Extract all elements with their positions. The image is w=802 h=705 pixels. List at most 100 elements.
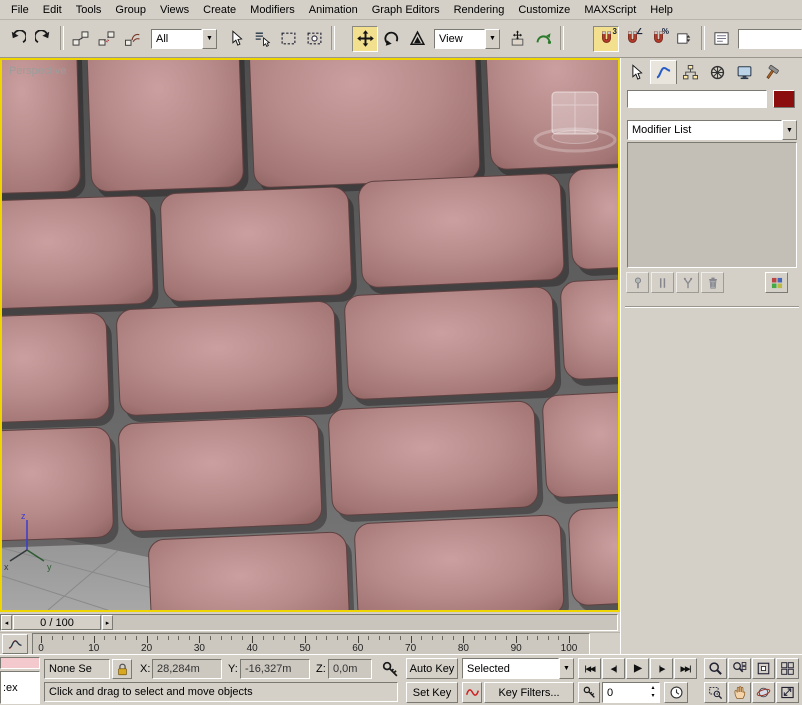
- time-slider-prev-arrow[interactable]: ◂: [1, 615, 12, 630]
- brick[interactable]: [542, 390, 618, 498]
- time-slider-thumb[interactable]: 0 / 100: [13, 615, 101, 630]
- select-and-scale-button[interactable]: [404, 26, 430, 52]
- modifier-list-dropdown[interactable]: Modifier List ▼: [627, 120, 797, 140]
- show-end-result-button[interactable]: [651, 272, 674, 293]
- play-animation-button[interactable]: ▶: [626, 658, 649, 679]
- auto-key-button[interactable]: Auto Key: [406, 658, 458, 679]
- menu-create[interactable]: Create: [196, 2, 243, 18]
- reference-coordinate-system-dropdown[interactable]: View ▼: [434, 29, 500, 49]
- brick[interactable]: [358, 173, 564, 288]
- menu-customize[interactable]: Customize: [511, 2, 577, 18]
- brick[interactable]: [86, 60, 244, 192]
- redo-button[interactable]: [30, 26, 56, 52]
- tab-create[interactable]: [623, 60, 650, 84]
- frame-spinner[interactable]: ▴ ▾: [647, 685, 659, 699]
- menu-graph-editors[interactable]: Graph Editors: [365, 2, 447, 18]
- select-and-rotate-button[interactable]: [378, 26, 404, 52]
- spinner-snap-toggle-button[interactable]: [671, 26, 697, 52]
- remove-modifier-button[interactable]: [701, 272, 724, 293]
- menu-group[interactable]: Group: [108, 2, 153, 18]
- brick[interactable]: [2, 60, 81, 194]
- object-name-field[interactable]: [627, 90, 767, 108]
- select-and-manipulate-button[interactable]: [530, 26, 556, 52]
- window-crossing-toggle-button[interactable]: [301, 26, 327, 52]
- pin-stack-button[interactable]: [626, 272, 649, 293]
- rectangular-selection-region-button[interactable]: [275, 26, 301, 52]
- open-mini-curve-editor-button[interactable]: [2, 634, 28, 654]
- selection-filter-value[interactable]: All: [151, 29, 202, 49]
- y-coordinate-field[interactable]: -16,327m: [240, 659, 310, 679]
- modifier-list-value[interactable]: Modifier List: [627, 120, 782, 140]
- menu-tools[interactable]: Tools: [69, 2, 109, 18]
- tab-display[interactable]: [731, 60, 758, 84]
- coordinate-system-value[interactable]: View: [434, 29, 485, 49]
- perspective-viewport[interactable]: z x y Perspective: [0, 58, 620, 612]
- current-frame-field[interactable]: 0 ▴ ▾: [602, 682, 660, 703]
- select-and-link-button[interactable]: [67, 26, 93, 52]
- chevron-down-icon[interactable]: ▼: [559, 658, 574, 679]
- spinner-up-icon[interactable]: ▴: [651, 685, 654, 692]
- named-selection-sets-dropdown[interactable]: [738, 29, 802, 49]
- go-to-start-button[interactable]: |◀◀: [578, 658, 601, 679]
- previous-frame-button[interactable]: ◀|: [602, 658, 625, 679]
- bind-to-space-warp-button[interactable]: [119, 26, 145, 52]
- use-pivot-point-center-button[interactable]: [504, 26, 530, 52]
- set-key-button[interactable]: Set Key: [406, 682, 458, 703]
- key-mode-toggle-button[interactable]: [578, 682, 600, 703]
- z-coordinate-field[interactable]: 0,0m: [328, 659, 372, 679]
- brick[interactable]: [248, 60, 480, 188]
- default-in-out-tangents-button[interactable]: [462, 682, 482, 703]
- selection-filter-dropdown[interactable]: All ▼: [151, 29, 217, 49]
- make-unique-button[interactable]: [676, 272, 699, 293]
- edit-named-selection-sets-button[interactable]: [708, 26, 734, 52]
- percent-snap-toggle-button[interactable]: %: [645, 26, 671, 52]
- undo-button[interactable]: [4, 26, 30, 52]
- menu-views[interactable]: Views: [153, 2, 196, 18]
- unlink-selection-button[interactable]: [93, 26, 119, 52]
- modifier-stack-list[interactable]: [627, 142, 797, 268]
- brick[interactable]: [568, 505, 618, 606]
- current-frame-value[interactable]: 0: [603, 687, 647, 699]
- object-color-swatch[interactable]: [773, 90, 795, 108]
- brick[interactable]: [2, 195, 154, 310]
- pan-view-button[interactable]: [728, 682, 751, 703]
- menu-rendering[interactable]: Rendering: [447, 2, 512, 18]
- track-bar-ruler[interactable]: 0102030405060708090100: [32, 633, 590, 655]
- tab-hierarchy[interactable]: [677, 60, 704, 84]
- brick[interactable]: [560, 277, 618, 380]
- zoom-all-button[interactable]: [728, 658, 751, 679]
- maximize-viewport-toggle[interactable]: [776, 682, 799, 703]
- menu-help[interactable]: Help: [643, 2, 680, 18]
- brick[interactable]: [2, 427, 114, 542]
- menu-modifiers[interactable]: Modifiers: [243, 2, 302, 18]
- key-filters-button[interactable]: Key Filters...: [484, 682, 574, 703]
- chevron-down-icon[interactable]: ▼: [202, 29, 217, 49]
- set-keys-button[interactable]: [376, 658, 404, 680]
- arc-rotate-button[interactable]: [752, 682, 775, 703]
- select-and-move-button[interactable]: [352, 26, 378, 52]
- named-selection-sets-value[interactable]: [738, 29, 802, 49]
- brick[interactable]: [568, 166, 618, 270]
- maxscript-macro-recorder-line[interactable]: [0, 657, 40, 669]
- chevron-down-icon[interactable]: ▼: [782, 120, 797, 140]
- selection-lock-toggle[interactable]: [112, 659, 132, 679]
- select-by-name-button[interactable]: [249, 26, 275, 52]
- maxscript-mini-listener[interactable]: :ex: [0, 671, 40, 704]
- selection-set-value[interactable]: Selected: [462, 658, 559, 679]
- tab-utilities[interactable]: [758, 60, 785, 84]
- next-frame-button[interactable]: |▶: [650, 658, 673, 679]
- zoom-region-button[interactable]: [704, 682, 727, 703]
- brick[interactable]: [354, 515, 564, 610]
- spinner-down-icon[interactable]: ▾: [651, 693, 654, 700]
- time-configuration-button[interactable]: [664, 682, 688, 703]
- zoom-button[interactable]: [704, 658, 727, 679]
- configure-modifier-sets-button[interactable]: [765, 272, 788, 293]
- zoom-extents-all-button[interactable]: [776, 658, 799, 679]
- viewport-3d-scene[interactable]: z x y Perspective: [2, 60, 618, 610]
- time-slider-next-arrow[interactable]: ▸: [102, 615, 113, 630]
- brick[interactable]: [148, 532, 350, 610]
- brick[interactable]: [160, 186, 352, 301]
- chevron-down-icon[interactable]: ▼: [485, 29, 500, 49]
- tab-motion[interactable]: [704, 60, 731, 84]
- brick-wall[interactable]: [2, 60, 618, 610]
